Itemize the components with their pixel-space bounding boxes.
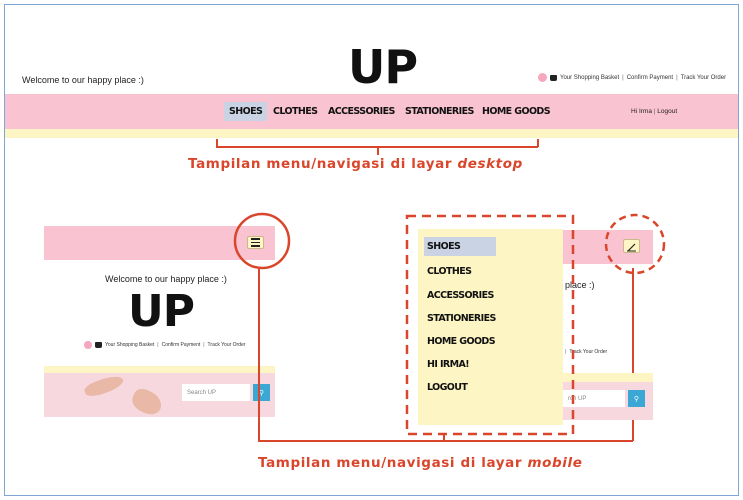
desktop-nav-strip [5, 129, 738, 138]
hero-hand-image [82, 373, 126, 400]
confirm-payment-link[interactable]: Confirm Payment [627, 75, 673, 81]
highlight-circle-close [604, 213, 666, 275]
mobile-logo: UP [128, 286, 195, 337]
bracket-right [537, 139, 539, 147]
nav-item-stationeries[interactable]: STATIONERIES [405, 106, 474, 117]
bracket-stem [377, 146, 379, 155]
mobile-basket-icon [95, 342, 102, 348]
nav-item-home-goods[interactable]: HOME GOODS [482, 106, 551, 117]
welcome-text: Welcome to our happy place :) [22, 75, 144, 85]
mobile-basket-link[interactable]: Your Shopping Basket [105, 342, 154, 348]
nav-item-accessories[interactable]: ACCESSORIES [328, 106, 395, 117]
hero-hand-image-2 [128, 385, 166, 417]
logout-link[interactable]: Logout [657, 108, 677, 115]
user-links: Hi Irma | Logout [631, 108, 678, 115]
track-order-link[interactable]: Track Your Order [681, 75, 726, 81]
shopping-basket-icon [550, 74, 557, 81]
connector-left-vertical [258, 269, 260, 441]
highlight-box-dropdown [405, 214, 575, 436]
mobile-search-input[interactable]: Search UP [182, 384, 250, 401]
basket-count-badge [538, 73, 547, 82]
nav-item-clothes[interactable]: CLOTHES [273, 106, 318, 117]
mobile-top-links: Your Shopping Basket | Confirm Payment |… [84, 341, 245, 349]
logo: UP [348, 40, 418, 94]
mobile-strip [44, 366, 275, 373]
basket-link[interactable]: Your Shopping Basket [560, 75, 619, 81]
connector-bottom [258, 440, 633, 442]
mobile-basket-badge [84, 341, 92, 349]
mobile-track-link[interactable]: Track Your Order [208, 342, 246, 348]
connector-dropdown-stem [443, 435, 445, 441]
mobile-welcome-text: Welcome to our happy place :) [105, 274, 227, 284]
desktop-caption: Tampilan menu/navigasi di layar desktop [188, 156, 523, 172]
mobile-caption: Tampilan menu/navigasi di layar mobile [258, 455, 583, 471]
mobile-open-strip [563, 373, 653, 382]
nav-item-shoes[interactable]: SHOES [224, 102, 268, 121]
highlight-circle-hamburger [233, 212, 291, 270]
mobile-open-search-icon[interactable]: ⚲ [628, 390, 645, 407]
top-links: Your Shopping Basket | Confirm Payment |… [538, 73, 726, 82]
user-greeting[interactable]: Hi Irma [631, 108, 652, 115]
search-icon[interactable]: ⚲ [253, 384, 270, 401]
mobile-confirm-link[interactable]: Confirm Payment [162, 342, 201, 348]
